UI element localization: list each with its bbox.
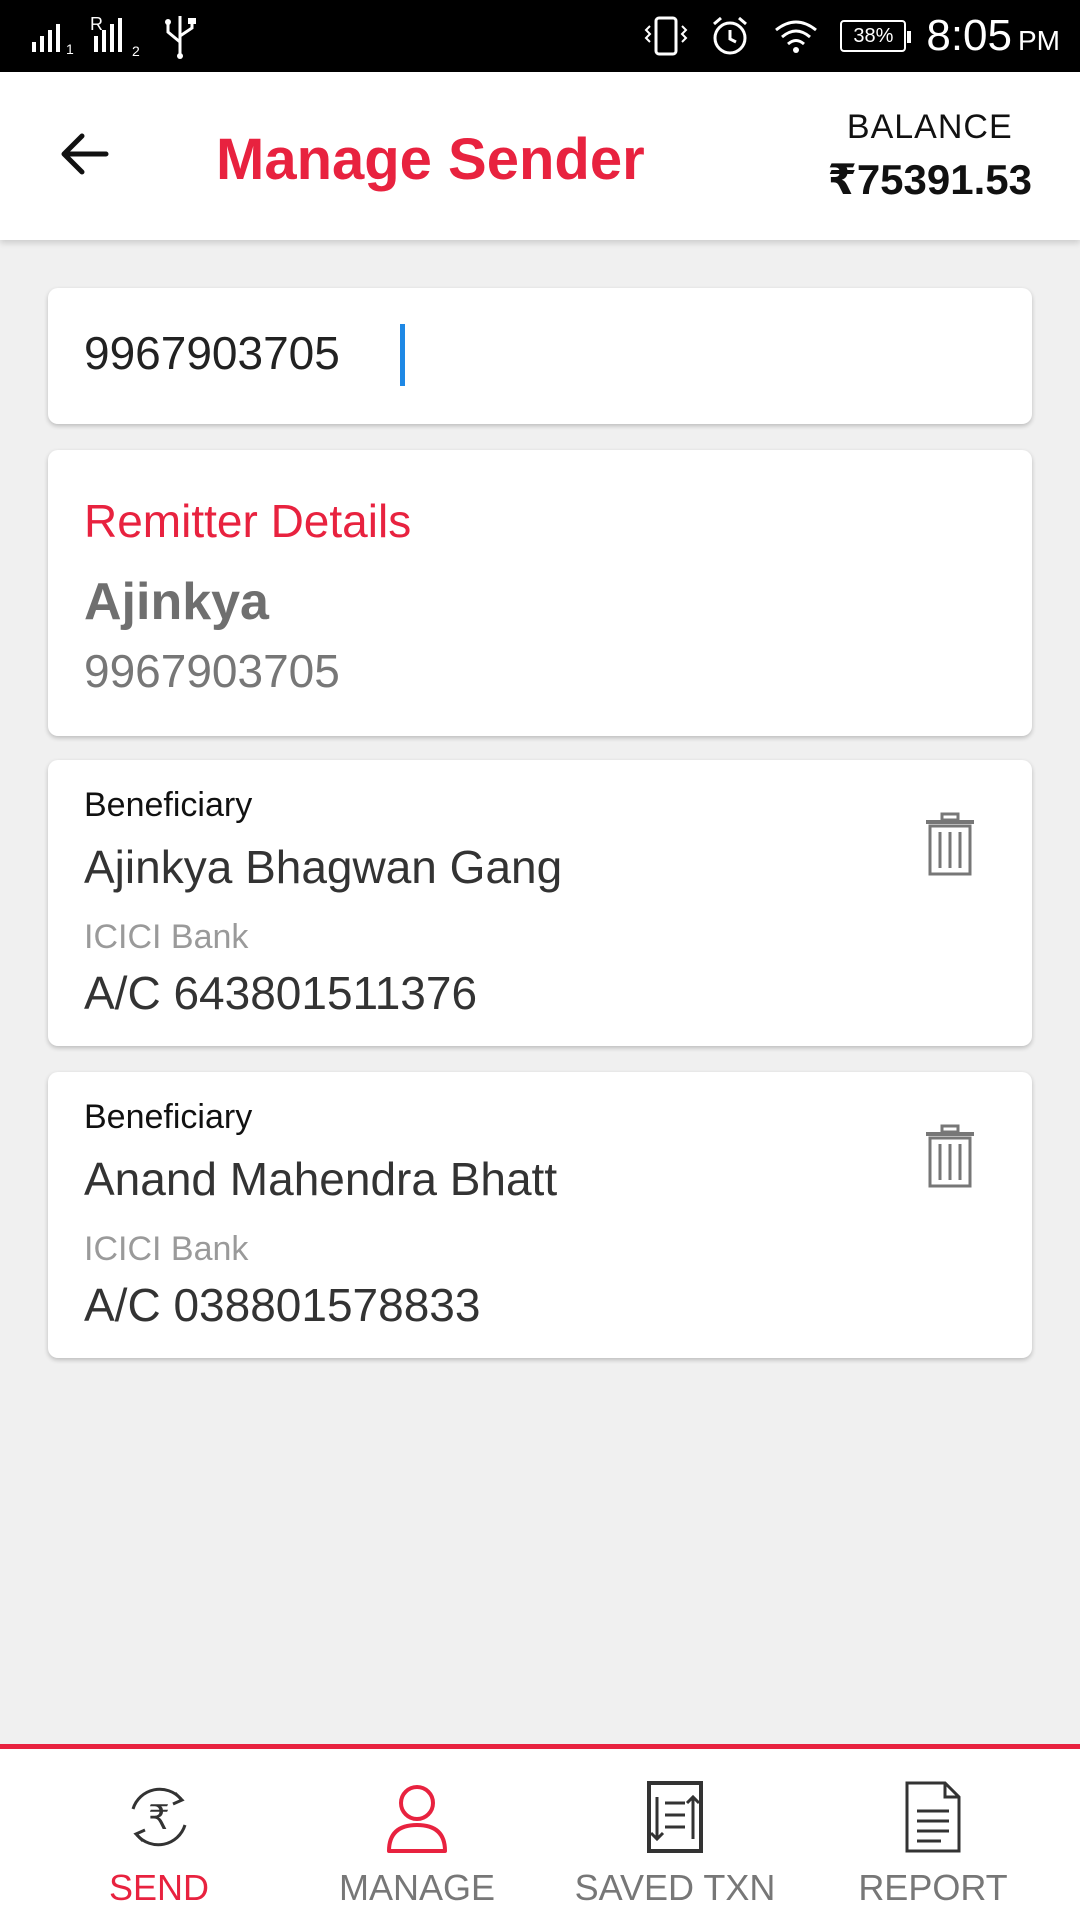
mobile-search-card: [48, 288, 1032, 424]
svg-text:1: 1: [66, 41, 74, 56]
signal-1-icon: 1: [32, 24, 74, 56]
back-button[interactable]: [48, 118, 120, 190]
battery-icon: 38%: [840, 20, 912, 52]
balance-label: BALANCE: [846, 108, 1013, 146]
delete-icon[interactable]: [922, 812, 978, 878]
text-caret: [400, 324, 405, 386]
saved-txn-icon: [647, 1781, 703, 1853]
status-time: 8:05 PM: [926, 11, 1060, 61]
balance-value: ₹75391.53: [827, 156, 1032, 203]
wifi-icon: [775, 20, 818, 53]
mobile-number-input[interactable]: [84, 326, 984, 380]
user-icon: [387, 1785, 447, 1853]
delete-icon[interactable]: [922, 1124, 978, 1190]
nav-label-report: REPORT: [858, 1867, 1008, 1908]
bottom-navigation: ₹ SEND MANAGE SAVED TXN REPORT: [0, 1744, 1080, 1920]
page-title: Manage Sender: [216, 127, 645, 192]
nav-label-saved-txn: SAVED TXN: [574, 1867, 776, 1908]
beneficiary-bank: ICICI Bank: [84, 918, 249, 956]
arrow-left-icon: [61, 133, 109, 175]
app-bar: Manage Sender BALANCE ₹75391.53: [0, 72, 1080, 240]
report-icon: [905, 1781, 961, 1853]
status-ampm: PM: [1018, 25, 1060, 56]
status-right: 38% 8:05 PM: [644, 0, 1060, 72]
balance-display: BALANCE ₹75391.53: [828, 108, 1032, 204]
nav-item-report[interactable]: REPORT: [798, 1749, 1068, 1920]
beneficiary-bank: ICICI Bank: [84, 1230, 249, 1268]
vibrate-icon: [644, 16, 688, 56]
remitter-details-card: Remitter Details Ajinkya 9967903705: [48, 450, 1032, 736]
nav-item-manage[interactable]: MANAGE: [282, 1749, 552, 1920]
status-bar: 1 R 2 38% 8:05 PM: [0, 0, 1080, 72]
beneficiary-account: A/C 643801511376: [84, 967, 478, 1019]
signal-2-roaming-icon: R 2: [90, 14, 140, 58]
nav-item-saved-txn[interactable]: SAVED TXN: [540, 1749, 810, 1920]
beneficiary-card[interactable]: Beneficiary Anand Mahendra Bhatt ICICI B…: [48, 1072, 1032, 1358]
remitter-heading: Remitter Details: [84, 495, 412, 547]
nav-item-send[interactable]: ₹ SEND: [24, 1749, 294, 1920]
beneficiary-label: Beneficiary: [84, 1098, 253, 1136]
rupee-exchange-icon: ₹: [131, 1787, 187, 1847]
svg-text:₹: ₹: [148, 1798, 170, 1838]
beneficiary-label: Beneficiary: [84, 786, 253, 824]
alarm-icon: [713, 16, 748, 55]
usb-icon: [165, 16, 196, 59]
remitter-mobile: 9967903705: [84, 645, 340, 697]
beneficiary-account: A/C 038801578833: [84, 1279, 481, 1331]
beneficiary-name: Anand Mahendra Bhatt: [84, 1153, 558, 1205]
beneficiary-name: Ajinkya Bhagwan Gang: [84, 841, 563, 893]
nav-label-send: SEND: [108, 1867, 210, 1908]
status-left: 1 R 2: [28, 0, 200, 72]
svg-text:2: 2: [132, 43, 140, 58]
nav-label-manage: MANAGE: [338, 1867, 496, 1908]
status-time-value: 8:05: [926, 11, 1012, 60]
remitter-name: Ajinkya: [84, 573, 269, 631]
beneficiary-card[interactable]: Beneficiary Ajinkya Bhagwan Gang ICICI B…: [48, 760, 1032, 1046]
svg-text:R: R: [90, 14, 103, 34]
